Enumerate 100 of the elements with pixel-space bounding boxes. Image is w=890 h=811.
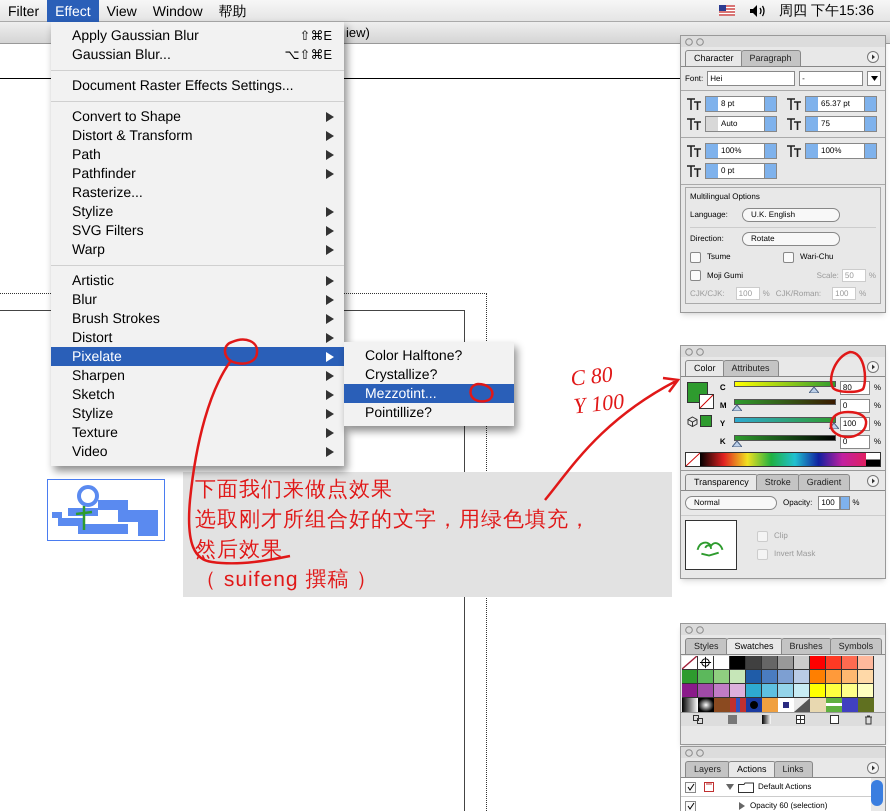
none-swatch[interactable]: [682, 656, 698, 670]
color-swatch[interactable]: [858, 656, 874, 670]
menu-item[interactable]: Path: [51, 145, 344, 164]
color-swatch[interactable]: [826, 670, 842, 684]
color-swatch[interactable]: [762, 684, 778, 698]
menu-title[interactable]: Filter: [0, 0, 48, 22]
menu-item[interactable]: Crystallize?: [344, 365, 514, 384]
gradient-swatch-icon[interactable]: [762, 715, 772, 724]
menu-item[interactable]: Apply Gaussian Blur ⇧⌘E: [51, 26, 344, 45]
color-swatch[interactable]: [778, 656, 794, 670]
color-swatch[interactable]: [714, 684, 730, 698]
blend-mode-select[interactable]: Normal: [685, 496, 777, 510]
panel-tab[interactable]: Character: [685, 50, 743, 66]
color-swatch-icon[interactable]: [728, 715, 738, 724]
menu-item[interactable]: Distort & Transform: [51, 126, 344, 145]
panel-tab[interactable]: Styles: [685, 638, 728, 654]
panel-menu-icon[interactable]: [867, 475, 879, 487]
menu-item[interactable]: Stylize: [51, 202, 344, 221]
cube-icon[interactable]: [687, 416, 698, 427]
menu-item[interactable]: Video: [51, 442, 344, 461]
color-swatch[interactable]: [698, 670, 714, 684]
color-swatch[interactable]: [778, 670, 794, 684]
menu-item[interactable]: Artistic: [51, 271, 344, 290]
font-field[interactable]: Hei: [707, 71, 796, 86]
channel-value-field[interactable]: 0: [840, 398, 870, 412]
color-swatch[interactable]: [858, 684, 874, 698]
color-swatch[interactable]: [794, 670, 810, 684]
panel-tab[interactable]: Stroke: [756, 474, 800, 490]
panel-tab[interactable]: Layers: [685, 761, 730, 777]
menu-item[interactable]: Color Halftone?: [344, 346, 514, 365]
panel-menu-icon[interactable]: [867, 51, 879, 63]
color-swatch[interactable]: [826, 656, 842, 670]
number-field[interactable]: 8 pt: [705, 96, 777, 112]
panel-tab[interactable]: Actions: [728, 761, 776, 777]
color-swatch[interactable]: [794, 684, 810, 698]
menu-item[interactable]: Brush Strokes: [51, 309, 344, 328]
menu-item[interactable]: Distort: [51, 328, 344, 347]
color-swatch[interactable]: [746, 670, 762, 684]
menu-item[interactable]: Pointillize?: [344, 403, 514, 422]
collapse-button-icon[interactable]: [696, 748, 704, 756]
panel-tab[interactable]: Paragraph: [740, 50, 801, 66]
toggle-checkbox[interactable]: [685, 782, 696, 792]
menu-item[interactable]: Pathfinder: [51, 164, 344, 183]
menu-item[interactable]: Warp: [51, 240, 344, 259]
panel-tab[interactable]: Links: [774, 761, 813, 777]
font-style-field[interactable]: -: [799, 71, 864, 86]
color-swatch[interactable]: [762, 656, 778, 670]
color-swatch[interactable]: [794, 656, 810, 670]
swatch-view-icon[interactable]: [693, 715, 704, 724]
number-field[interactable]: 0 pt: [705, 163, 777, 179]
color-swatch[interactable]: [810, 670, 826, 684]
color-swatch[interactable]: [842, 656, 858, 670]
collapse-button-icon[interactable]: [696, 626, 704, 634]
close-button-icon[interactable]: [685, 348, 693, 356]
menu-item[interactable]: Stylize: [51, 404, 344, 423]
dialog-toggle-icon[interactable]: [704, 782, 714, 792]
flag-icon[interactable]: [719, 5, 736, 16]
close-button-icon[interactable]: [685, 38, 693, 46]
menu-item[interactable]: Sharpen: [51, 366, 344, 385]
fill-stroke-swatch-drawing[interactable]: [687, 382, 714, 409]
color-swatch[interactable]: [698, 684, 714, 698]
color-swatch[interactable]: [730, 656, 746, 670]
color-swatch[interactable]: [746, 656, 762, 670]
number-field[interactable]: 75: [805, 116, 877, 132]
expanded-triangle-icon[interactable]: [726, 783, 734, 791]
color-swatch[interactable]: [778, 684, 794, 698]
menu-title[interactable]: Window: [144, 0, 211, 22]
collapse-button-icon[interactable]: [696, 348, 704, 356]
toggle-checkbox[interactable]: [685, 800, 696, 811]
pattern-swatches-drawing[interactable]: [682, 698, 874, 712]
artwork-thumbnail[interactable]: [685, 520, 737, 570]
channel-value-field[interactable]: 100: [840, 416, 870, 430]
color-swatch[interactable]: [746, 684, 762, 698]
color-swatch[interactable]: [842, 684, 858, 698]
menu-title[interactable]: 帮助: [210, 0, 255, 22]
menu-item[interactable]: Rasterize...: [51, 183, 344, 202]
dropdown-button[interactable]: [867, 71, 881, 86]
opacity-field[interactable]: 100: [818, 496, 840, 510]
color-swatch[interactable]: [826, 684, 842, 698]
color-swatch[interactable]: [730, 684, 746, 698]
menu-title[interactable]: View: [98, 0, 145, 22]
selected-artwork[interactable]: [47, 479, 165, 541]
slider-track[interactable]: [734, 399, 836, 412]
panel-tab[interactable]: Symbols: [830, 638, 882, 654]
color-swatch[interactable]: [714, 656, 730, 670]
color-swatch[interactable]: [682, 684, 698, 698]
panel-menu-icon[interactable]: [867, 361, 879, 373]
registration-swatch[interactable]: [698, 656, 714, 670]
color-swatch[interactable]: [842, 670, 858, 684]
menu-item[interactable]: Convert to Shape: [51, 107, 344, 126]
checkbox[interactable]: [783, 252, 794, 262]
close-button-icon[interactable]: [685, 626, 693, 634]
collapse-button-icon[interactable]: [696, 38, 704, 46]
color-spectrum-bar[interactable]: [685, 452, 881, 467]
slider-track[interactable]: [734, 381, 836, 394]
action-label[interactable]: Default Actions: [758, 781, 812, 793]
direction-select[interactable]: Rotate: [742, 232, 840, 246]
new-swatch-icon[interactable]: [830, 715, 839, 724]
panel-tab[interactable]: Transparency: [685, 474, 758, 490]
pattern-swatch-icon[interactable]: [796, 715, 805, 724]
